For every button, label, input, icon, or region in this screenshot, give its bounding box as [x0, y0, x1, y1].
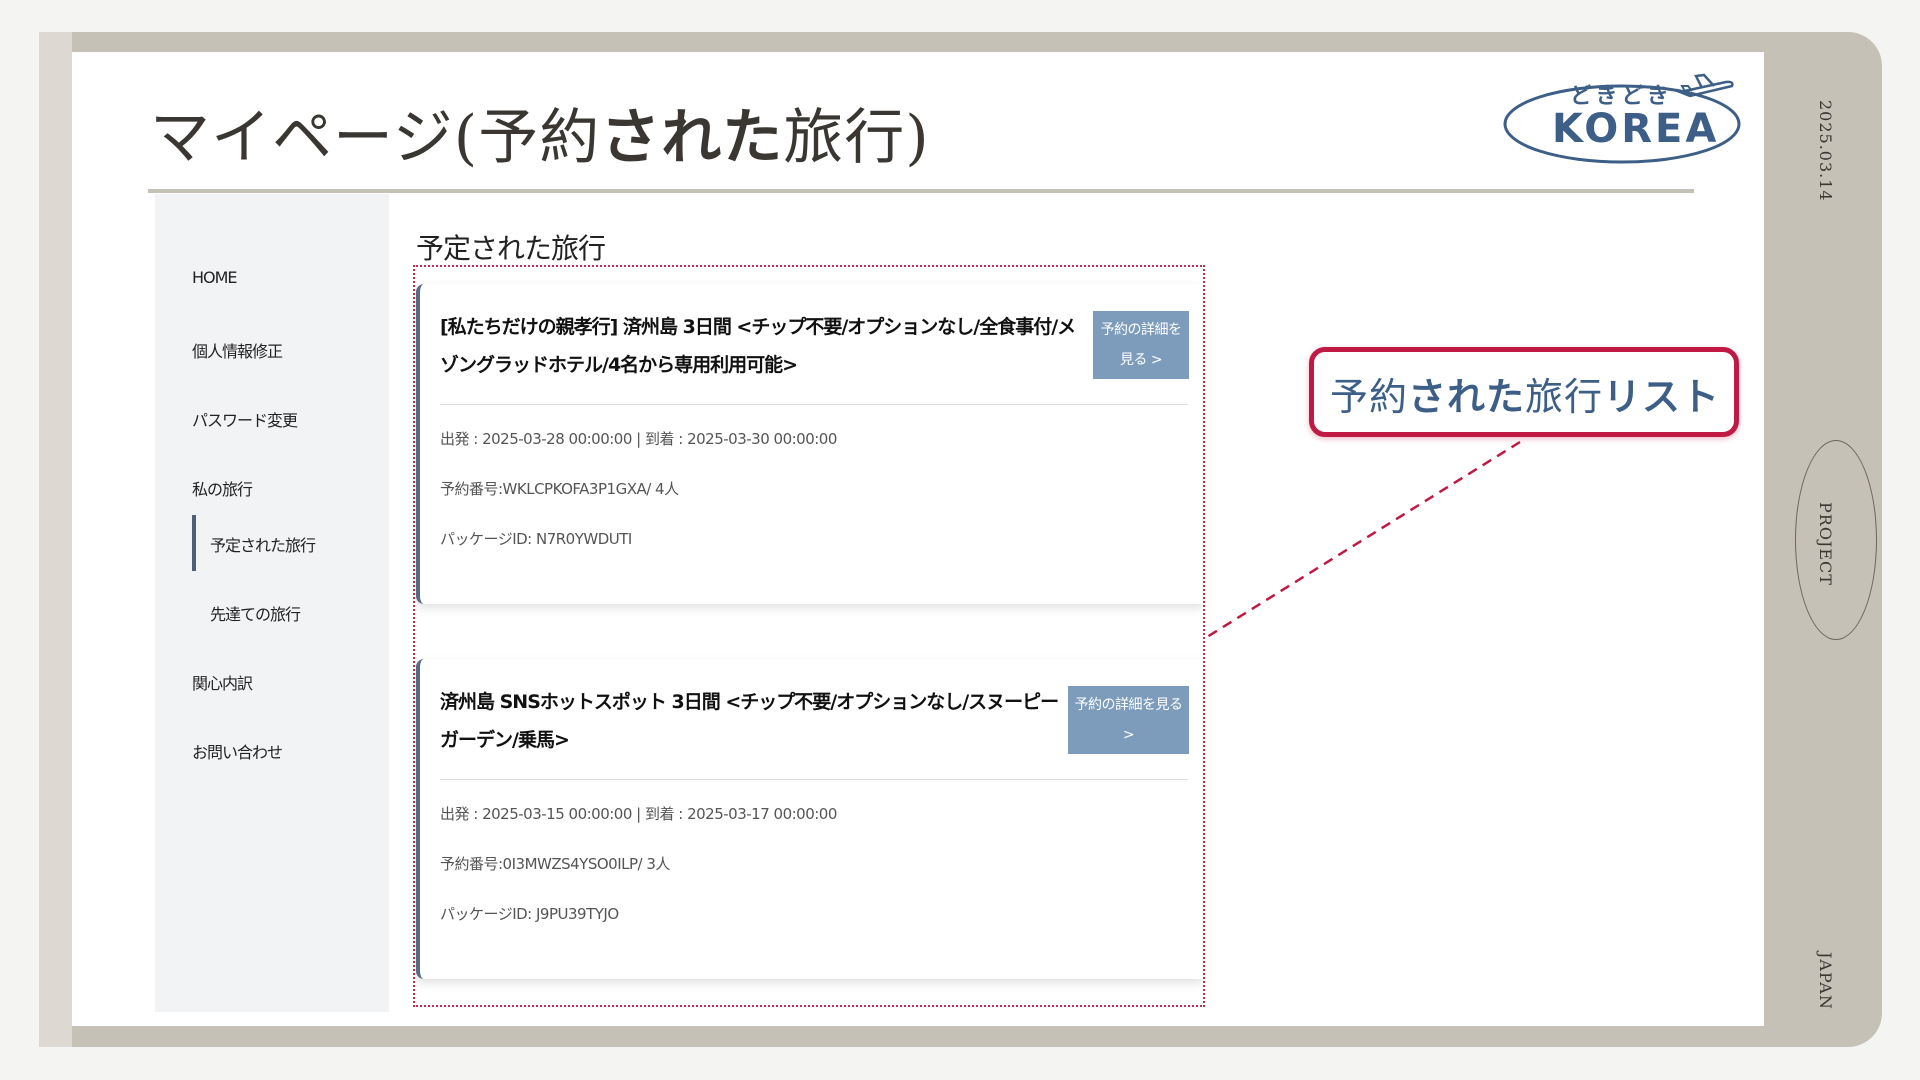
callout-label: 予約された旅行リスト: [1330, 366, 1720, 421]
sidebar-item-favorites[interactable]: 関心内訳: [192, 670, 253, 694]
package-id: パッケージID: J9PU39TYJO: [440, 905, 619, 923]
sidebar-item-scheduled-trips[interactable]: 予定された旅行: [210, 532, 316, 556]
callout-label-part1: 予約: [1330, 375, 1409, 419]
callout-label-part3: 旅行: [1525, 375, 1604, 419]
sidebar-item-contact[interactable]: お問い合わせ: [192, 739, 283, 763]
reservation-number: 予約番号:0I3MWZS4YSO0ILP/ 3人: [440, 855, 670, 873]
sidebar-item-past-trips[interactable]: 先達ての旅行: [210, 601, 301, 625]
trip-title[interactable]: [私たちだけの親孝行] 済州島 3日間 <チップ不要/オプションなし/全食事付/…: [440, 308, 1090, 384]
section-title: 予定された旅行: [416, 232, 606, 265]
slide-frame-left-strip: [39, 32, 72, 1047]
page-title-part3: 旅行): [783, 103, 930, 173]
trip-card: [私たちだけの親孝行] 済州島 3日間 <チップ不要/オプションなし/全食事付/…: [416, 284, 1203, 604]
reservation-detail-button[interactable]: 予約の詳細を見る >: [1093, 311, 1189, 379]
card-divider: [440, 404, 1188, 405]
page-title-part2: された: [600, 103, 784, 173]
logo-text: KOREA: [1552, 106, 1720, 152]
trip-dates: 出発 : 2025-03-15 00:00:00 | 到着 : 2025-03-…: [440, 805, 837, 823]
side-oval: [1795, 440, 1877, 640]
title-divider: [148, 189, 1694, 193]
side-label-japan: JAPAN: [1816, 952, 1835, 1010]
page-title-part1: マイページ(予約: [150, 103, 601, 173]
callout-label-part2: された: [1408, 374, 1526, 419]
page-title: マイページ(予約された旅行): [150, 98, 930, 178]
side-label-project: PROJECT: [1816, 502, 1835, 586]
reservation-detail-button[interactable]: 予約の詳細を見る >: [1068, 686, 1189, 754]
trip-card: 済州島 SNSホットスポット 3日間 <チップ不要/オプションなし/スヌーピーガ…: [416, 659, 1203, 979]
sidebar-item-my-trips[interactable]: 私の旅行: [192, 476, 253, 500]
callout-label-part4: リスト: [1603, 374, 1721, 419]
sidebar-item-home[interactable]: HOME: [192, 268, 238, 287]
package-id: パッケージID: N7R0YWDUTI: [440, 530, 632, 548]
sidebar-item-profile-edit[interactable]: 個人情報修正: [192, 338, 283, 362]
card-divider: [440, 779, 1188, 780]
reservation-number: 予約番号:WKLCPKOFA3P1GXA/ 4人: [440, 480, 679, 498]
sidebar-active-indicator: [192, 515, 196, 571]
sidebar-item-password-change[interactable]: パスワード変更: [192, 407, 298, 431]
trip-title[interactable]: 済州島 SNSホットスポット 3日間 <チップ不要/オプションなし/スヌーピーガ…: [440, 683, 1065, 759]
airplane-icon: [1676, 73, 1734, 98]
slide-date: 2025.03.14: [1816, 100, 1835, 202]
trip-dates: 出発 : 2025-03-28 00:00:00 | 到着 : 2025-03-…: [440, 430, 837, 448]
